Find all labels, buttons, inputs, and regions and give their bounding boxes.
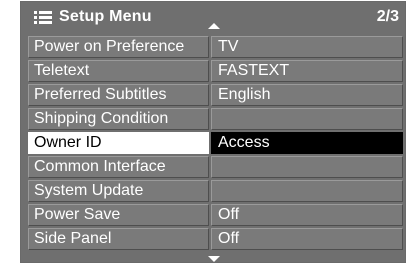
menu-title: Setup Menu	[59, 8, 152, 25]
menu-item-label: Side Panel	[28, 228, 209, 250]
menu-item-value: Off	[211, 228, 403, 250]
menu-item-label: Shipping Condition	[28, 108, 209, 130]
menu-item-value	[211, 108, 403, 130]
menu-item-value: FASTEXT	[211, 60, 403, 82]
menu-item-power-on-preference[interactable]: Power on Preference TV	[28, 36, 403, 58]
menu-list: Power on Preference TV Teletext FASTEXT …	[28, 36, 403, 252]
menu-item-value	[211, 180, 403, 202]
scroll-down-arrow-icon[interactable]	[208, 256, 220, 262]
menu-item-common-interface[interactable]: Common Interface	[28, 156, 403, 178]
list-menu-icon	[34, 11, 52, 24]
menu-item-value: Off	[211, 204, 403, 226]
menu-item-system-update[interactable]: System Update	[28, 180, 403, 202]
scroll-up-arrow-icon[interactable]	[208, 23, 220, 29]
menu-item-label: Preferred Subtitles	[28, 84, 209, 106]
menu-item-label: Power on Preference	[28, 36, 209, 58]
tv-screen: Setup Menu 2/3 Power on Preference TV Te…	[0, 0, 412, 264]
menu-item-preferred-subtitles[interactable]: Preferred Subtitles English	[28, 84, 403, 106]
menu-header: Setup Menu 2/3	[21, 2, 405, 30]
menu-item-power-save[interactable]: Power Save Off	[28, 204, 403, 226]
menu-item-label: System Update	[28, 180, 209, 202]
menu-item-label: Common Interface	[28, 156, 209, 178]
menu-item-label: Owner ID	[28, 132, 209, 154]
menu-item-value: Access	[211, 132, 403, 154]
setup-menu-panel: Setup Menu 2/3 Power on Preference TV Te…	[20, 1, 406, 263]
menu-item-value	[211, 156, 403, 178]
menu-item-value: English	[211, 84, 403, 106]
menu-item-side-panel[interactable]: Side Panel Off	[28, 228, 403, 250]
menu-item-owner-id[interactable]: Owner ID Access	[28, 132, 403, 154]
menu-item-shipping-condition[interactable]: Shipping Condition	[28, 108, 403, 130]
page-indicator: 2/3	[376, 8, 399, 25]
menu-item-label: Teletext	[28, 60, 209, 82]
menu-item-teletext[interactable]: Teletext FASTEXT	[28, 60, 403, 82]
menu-item-value: TV	[211, 36, 403, 58]
menu-item-label: Power Save	[28, 204, 209, 226]
